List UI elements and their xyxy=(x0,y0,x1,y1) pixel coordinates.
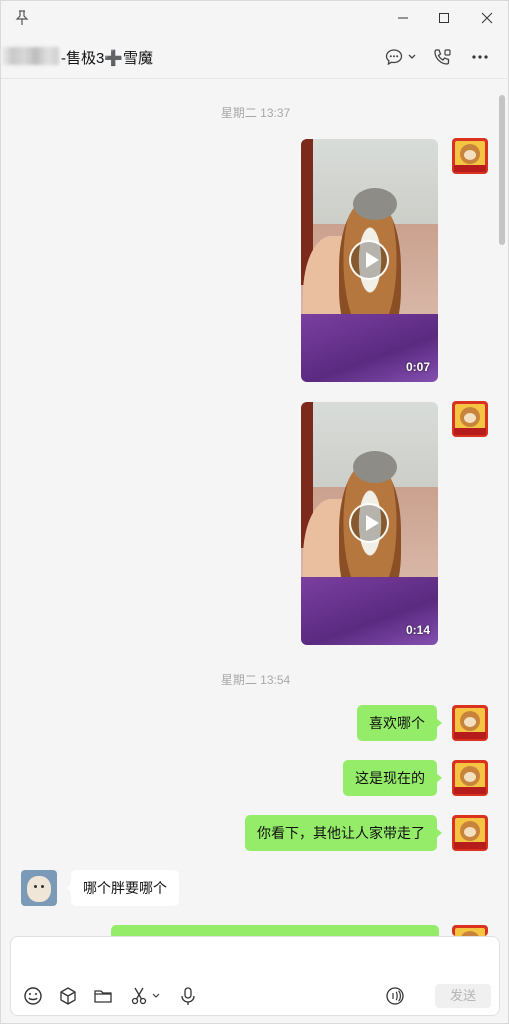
emoji-icon[interactable] xyxy=(23,985,43,1007)
voice-call-icon[interactable] xyxy=(385,985,405,1007)
message-bubble[interactable]: 你看下，其他让人家带走了 xyxy=(245,815,442,851)
play-icon[interactable] xyxy=(349,503,389,543)
pin-icon[interactable] xyxy=(15,10,29,26)
maximize-icon[interactable] xyxy=(432,7,456,29)
chat-header: -售极3➕雪魔 xyxy=(1,35,509,79)
avatar[interactable] xyxy=(21,870,57,906)
video-call-icon[interactable] xyxy=(433,46,453,68)
chat-title[interactable]: -售极3➕雪魔 xyxy=(61,47,153,68)
folder-icon[interactable] xyxy=(93,985,113,1007)
avatar[interactable] xyxy=(452,815,488,851)
microphone-icon[interactable] xyxy=(178,985,198,1007)
scissors-icon[interactable] xyxy=(129,985,149,1007)
chat-bubble-icon[interactable] xyxy=(385,46,403,68)
message-input-area[interactable]: 发送 xyxy=(10,936,500,1016)
message-bubble[interactable]: 哪个胖要哪个 xyxy=(66,870,179,906)
chat-window: -售极3➕雪魔 星期二 13:37 0:07 0:14 星期二 13:54 喜欢… xyxy=(0,0,509,1024)
title-bar xyxy=(1,1,509,35)
avatar[interactable] xyxy=(452,760,488,796)
chevron-down-icon[interactable] xyxy=(151,985,161,1007)
video-message[interactable]: 0:07 xyxy=(301,139,438,382)
video-message[interactable]: 0:14 xyxy=(301,402,438,645)
message-bubble[interactable]: 这是现在的 xyxy=(343,760,442,796)
close-icon[interactable] xyxy=(475,7,499,29)
blurred-name xyxy=(1,47,59,65)
message-bubble-partial[interactable] xyxy=(111,925,439,936)
avatar[interactable] xyxy=(452,705,488,741)
avatar[interactable] xyxy=(452,925,488,936)
send-button[interactable]: 发送 xyxy=(435,984,491,1008)
play-icon[interactable] xyxy=(349,240,389,280)
avatar[interactable] xyxy=(452,138,488,174)
chevron-down-icon[interactable] xyxy=(407,46,417,68)
avatar[interactable] xyxy=(452,401,488,437)
timestamp: 星期二 13:54 xyxy=(220,673,291,687)
message-bubble[interactable]: 喜欢哪个 xyxy=(357,705,442,741)
video-duration: 0:14 xyxy=(405,623,430,637)
video-duration: 0:07 xyxy=(405,360,430,374)
sticker-icon[interactable] xyxy=(58,985,78,1007)
more-icon[interactable] xyxy=(471,46,489,68)
minimize-icon[interactable] xyxy=(391,7,415,29)
timestamp: 星期二 13:37 xyxy=(220,106,291,120)
